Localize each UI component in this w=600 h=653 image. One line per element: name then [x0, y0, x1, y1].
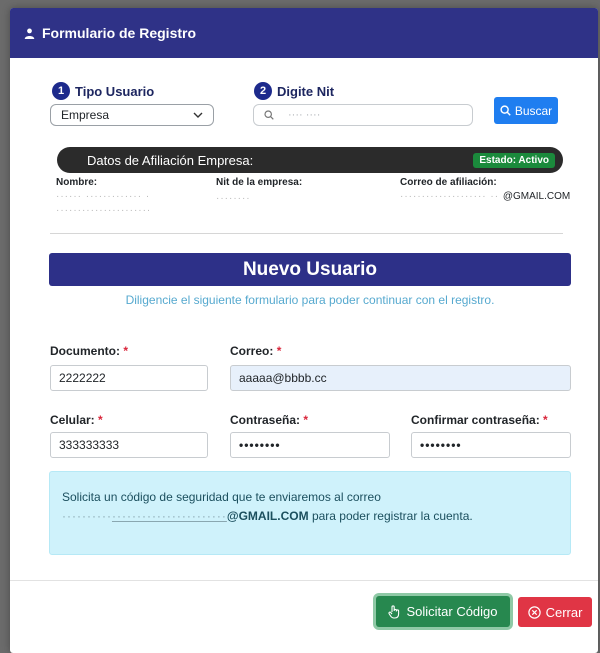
nit-search-input[interactable]: ···· ···· — [253, 104, 473, 126]
nombre-label: Nombre: — [56, 177, 98, 188]
correo-label-text: Correo: — [230, 344, 274, 358]
correo-field[interactable]: aaaaa@bbbb.cc — [230, 365, 571, 391]
documento-field[interactable]: 2222222 — [50, 365, 208, 391]
nit-input-value: ···· ···· — [288, 109, 321, 121]
nombre-value-2: ······················ — [56, 205, 152, 216]
divider — [50, 233, 563, 234]
close-button[interactable]: Cerrar — [518, 597, 592, 627]
step-1-label: Tipo Usuario — [75, 83, 155, 99]
celular-label: Celular: * — [50, 413, 103, 427]
hand-pointer-icon — [388, 604, 401, 619]
step-2-badge: 2 — [254, 82, 272, 100]
correo-afiliacion-domain: @GMAIL.COM — [502, 191, 571, 202]
step-digite-nit: 2 Digite Nit — [254, 82, 334, 100]
footer-divider — [10, 580, 598, 581]
search-button-icon — [500, 105, 511, 116]
security-code-alert: Solicita un código de seguridad que te e… — [49, 471, 571, 555]
required-mark: * — [98, 413, 103, 427]
nuevo-usuario-title: Nuevo Usuario — [49, 253, 571, 286]
afiliacion-title: Datos de Afiliación Empresa: — [87, 152, 254, 168]
step-2-label: Digite Nit — [277, 83, 335, 99]
required-mark: * — [123, 344, 129, 358]
nuevo-usuario-subtitle: Diligencie el siguiente formulario para … — [125, 293, 495, 307]
password-label-text: Contraseña: — [230, 413, 301, 427]
modal-title: Formulario de Registro — [42, 25, 197, 41]
tipo-usuario-select[interactable]: Empresa — [50, 104, 214, 126]
documento-label-text: Documento: — [50, 344, 120, 358]
alert-email: @GMAIL.COM — [226, 509, 309, 524]
confirm-password-field[interactable]: •••••••• — [411, 432, 571, 458]
registration-modal: Formulario de Registro 1 Tipo Usuario Em… — [10, 8, 598, 653]
status-badge: Estado: Activo — [473, 152, 555, 168]
required-mark: * — [276, 344, 282, 358]
required-mark: * — [303, 413, 309, 427]
correo-afiliacion-label: Correo de afiliación: — [400, 177, 497, 188]
close-circle-icon — [527, 605, 541, 619]
correo-label: Correo: * — [230, 344, 281, 358]
documento-label: Documento: * — [50, 344, 128, 358]
nit-empresa-value: ········ — [216, 193, 251, 204]
celular-field[interactable]: 333333333 — [50, 432, 208, 458]
step-tipo-usuario: 1 Tipo Usuario — [52, 82, 154, 100]
tipo-usuario-value: Empresa — [61, 108, 110, 122]
modal-header: Formulario de Registro — [10, 8, 598, 58]
alert-text-2: para poder registrar la cuenta. — [311, 509, 473, 524]
confirm-label-text: Confirmar contraseña: — [411, 413, 540, 427]
request-code-label: Solicitar Código — [406, 604, 498, 619]
request-code-button[interactable]: Solicitar Código — [376, 596, 510, 627]
alert-text-1: Solicita un código de seguridad que te e… — [62, 490, 381, 504]
password-field[interactable]: •••••••• — [230, 432, 390, 458]
search-button-label: Buscar — [514, 103, 553, 118]
celular-label-text: Celular: — [50, 413, 95, 427]
afiliacion-header: Datos de Afiliación Empresa: Estado: Act… — [57, 147, 563, 173]
required-mark: * — [543, 413, 548, 427]
correo-afiliacion-value: ···················· ·· @GMAIL.COM — [400, 191, 571, 202]
user-icon — [24, 28, 35, 39]
search-button[interactable]: Buscar — [494, 97, 558, 124]
password-label: Contraseña: * — [230, 413, 308, 427]
step-1-badge: 1 — [52, 82, 70, 100]
search-icon — [264, 110, 274, 120]
nit-empresa-label: Nit de la empresa: — [216, 177, 303, 188]
confirm-password-label: Confirmar contraseña: * — [411, 413, 548, 427]
alert-line-2: ·································@GMAIL.… — [62, 509, 473, 524]
chevron-down-icon — [193, 108, 203, 122]
close-label: Cerrar — [545, 604, 583, 620]
nombre-value: ······ ············· · — [56, 191, 151, 202]
